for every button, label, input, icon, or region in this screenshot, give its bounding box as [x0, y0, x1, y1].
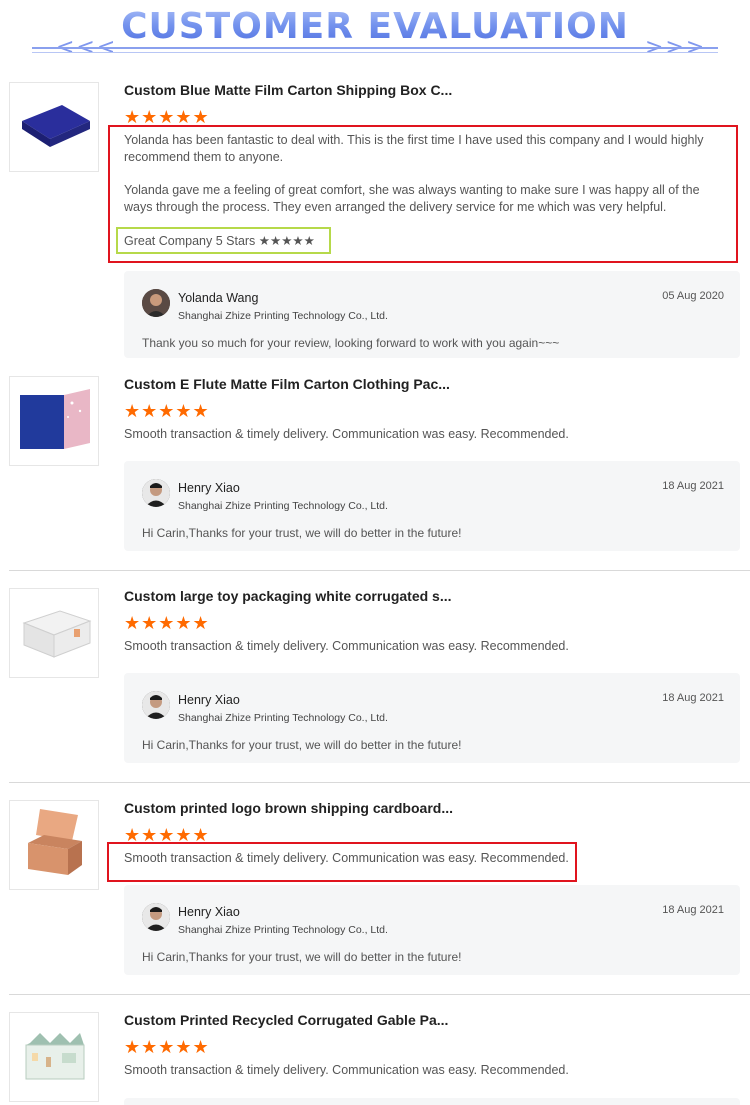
highlight-box	[116, 227, 331, 254]
review-text: Smooth transaction & timely delivery. Co…	[124, 427, 569, 441]
white-box-icon[interactable]	[9, 588, 99, 678]
reply-company: Shanghai Zhize Printing Technology Co., …	[178, 310, 388, 322]
reply-author: Henry Xiao	[178, 693, 240, 707]
rating-stars: ★★★★★	[124, 1037, 210, 1057]
reply-message: Thank you so much for your review, looki…	[142, 336, 560, 350]
avatar	[142, 289, 170, 317]
review-item: Custom large toy packaging white corruga…	[0, 588, 750, 768]
reply-company: Shanghai Zhize Printing Technology Co., …	[178, 712, 388, 724]
review-text: Smooth transaction & timely delivery. Co…	[124, 1063, 569, 1077]
reply-message: Hi Carin,Thanks for your trust, we will …	[142, 738, 462, 752]
reply-date: 05 Aug 2020	[662, 290, 724, 302]
seller-reply: Henry Xiao Shanghai Zhize Printing Techn…	[124, 673, 740, 763]
rating-stars: ★★★★★	[124, 613, 210, 633]
review-item: Custom Printed Recycled Corrugated Gable…	[0, 1012, 750, 1105]
seller-reply: Henry Xiao Shanghai Zhize Printing Techn…	[124, 885, 740, 975]
reply-company: Shanghai Zhize Printing Technology Co., …	[178, 924, 388, 936]
product-title[interactable]: Custom large toy packaging white corruga…	[124, 588, 452, 604]
rating-stars: ★★★★★	[124, 107, 210, 127]
gable-box-icon[interactable]	[9, 1012, 99, 1102]
review-item: Custom E Flute Matte Film Carton Clothin…	[0, 376, 750, 556]
product-title[interactable]: Custom Blue Matte Film Carton Shipping B…	[124, 82, 452, 98]
header-divider	[32, 47, 718, 49]
rating-stars: ★★★★★	[124, 401, 210, 421]
header-divider-thin	[32, 52, 718, 53]
page-header: CUSTOMER EVALUATION <<< >>>	[0, 0, 750, 62]
avatar	[142, 479, 170, 507]
reply-author: Yolanda Wang	[178, 291, 259, 305]
blue-pink-box-icon[interactable]	[9, 376, 99, 466]
brown-box-icon[interactable]	[9, 800, 99, 890]
reply-message: Hi Carin,Thanks for your trust, we will …	[142, 526, 462, 540]
avatar	[142, 903, 170, 931]
reply-date: 18 Aug 2021	[662, 904, 724, 916]
product-title[interactable]: Custom printed logo brown shipping cardb…	[124, 800, 453, 816]
product-title[interactable]: Custom Printed Recycled Corrugated Gable…	[124, 1012, 448, 1028]
seller-reply	[124, 1098, 740, 1105]
highlight-box	[107, 842, 577, 882]
reply-author: Henry Xiao	[178, 481, 240, 495]
seller-reply: Henry Xiao Shanghai Zhize Printing Techn…	[124, 461, 740, 551]
review-divider	[9, 994, 750, 995]
blue-box-icon[interactable]	[9, 82, 99, 172]
seller-reply: Yolanda Wang Shanghai Zhize Printing Tec…	[124, 271, 740, 358]
product-title[interactable]: Custom E Flute Matte Film Carton Clothin…	[124, 376, 450, 392]
avatar	[142, 691, 170, 719]
reply-message: Hi Carin,Thanks for your trust, we will …	[142, 950, 462, 964]
review-text: Smooth transaction & timely delivery. Co…	[124, 639, 569, 653]
reply-company: Shanghai Zhize Printing Technology Co., …	[178, 500, 388, 512]
reply-date: 18 Aug 2021	[662, 692, 724, 704]
review-item: Custom printed logo brown shipping cardb…	[0, 800, 750, 980]
reply-date: 18 Aug 2021	[662, 480, 724, 492]
review-divider	[9, 570, 750, 571]
review-divider	[9, 782, 750, 783]
reply-author: Henry Xiao	[178, 905, 240, 919]
